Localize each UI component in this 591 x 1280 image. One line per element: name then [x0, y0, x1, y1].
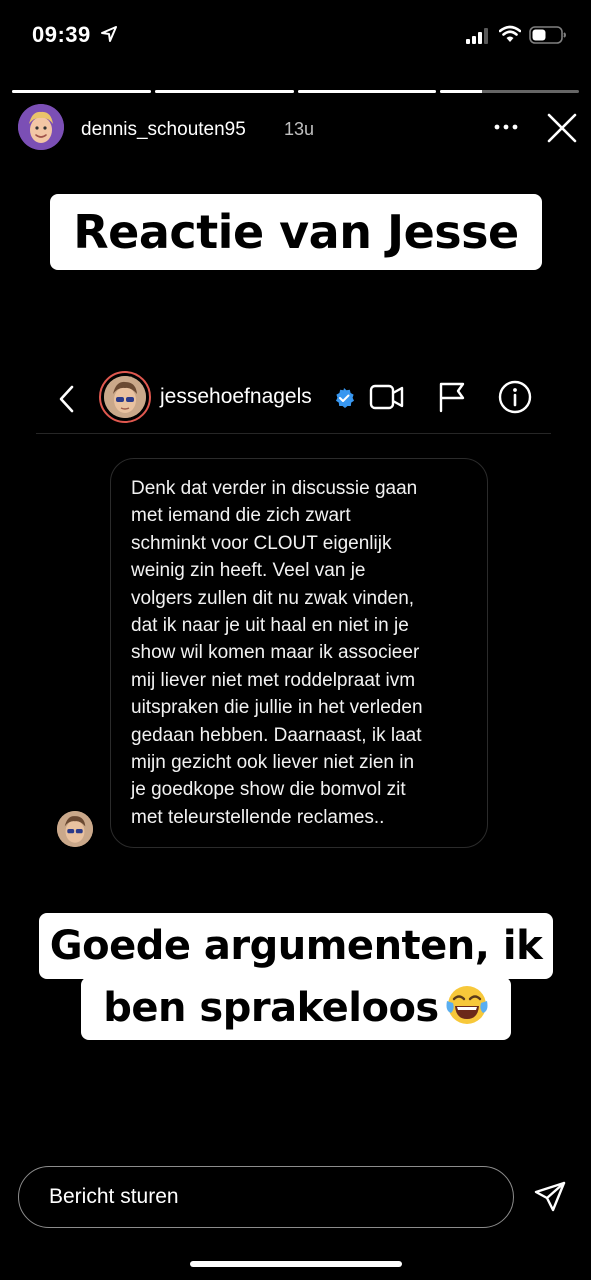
story-caption-bottom-line2: ben sprakeloos: [81, 977, 511, 1040]
story-caption-top: Reactie van Jesse: [50, 194, 542, 270]
story-header: dennis_schouten95 13u: [18, 104, 578, 152]
story-progress-segment: [12, 90, 151, 93]
send-icon[interactable]: [533, 1180, 567, 1214]
story-progress-segment: [440, 90, 579, 93]
verified-badge-icon: [336, 388, 354, 408]
home-indicator[interactable]: [190, 1261, 402, 1267]
face-with-tears-of-joy-icon: [446, 986, 488, 1024]
story-progress-segment: [297, 90, 437, 93]
flag-icon[interactable]: [437, 381, 467, 413]
dm-username[interactable]: jessehoefnagels: [160, 385, 312, 409]
message-text: Denk dat verder in discussie gaan met ie…: [131, 478, 423, 828]
video-call-icon[interactable]: [369, 382, 405, 412]
profile-photo-icon: [57, 811, 93, 847]
message-bubble[interactable]: Denk dat verder in discussie gaan met ie…: [110, 458, 488, 848]
story-avatar[interactable]: [18, 104, 64, 150]
dm-avatar[interactable]: [99, 371, 151, 423]
story-progress-bars: [12, 90, 579, 94]
location-arrow-icon: [101, 26, 117, 42]
story-time-ago: 13u: [284, 119, 315, 139]
dm-header: jessehoefnagels: [36, 368, 551, 434]
status-bar: 09:39: [0, 0, 591, 70]
status-time: 09:39: [32, 22, 91, 47]
more-icon[interactable]: [493, 116, 519, 138]
caption-text: ben sprakeloos: [103, 985, 439, 1031]
story-caption-bottom-line1: Goede argumenten, ik: [39, 913, 553, 979]
message-sender-avatar[interactable]: [57, 811, 93, 847]
cellular-signal-icon: [466, 28, 488, 44]
chevron-left-icon[interactable]: [56, 384, 78, 414]
info-icon[interactable]: [498, 380, 532, 414]
message-reply-input[interactable]: [18, 1166, 514, 1228]
story-username[interactable]: dennis_schouten95: [81, 119, 246, 141]
profile-photo-icon: [104, 376, 146, 418]
close-icon[interactable]: [546, 112, 578, 144]
wifi-icon: [499, 25, 521, 42]
battery-icon: [529, 26, 566, 44]
story-progress-segment: [154, 90, 294, 93]
avatar-cartoon-icon: [18, 104, 64, 150]
